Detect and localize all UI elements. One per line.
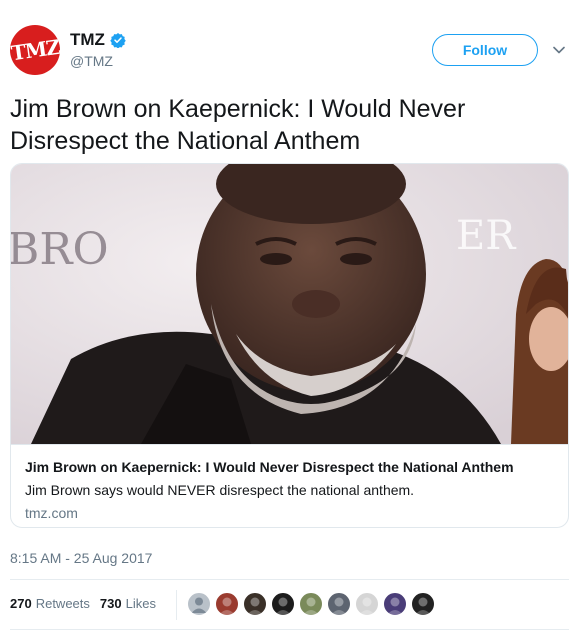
retweets-count: 270	[10, 596, 32, 611]
liker-avatar[interactable]	[355, 592, 379, 616]
svg-text:BRO: BRO	[11, 224, 109, 275]
profile-photo-icon	[359, 597, 375, 615]
profile-photo-icon	[331, 597, 347, 615]
handle[interactable]: @TMZ	[70, 53, 113, 69]
liker-avatar[interactable]	[271, 592, 295, 616]
timestamp[interactable]: 8:15 AM - 25 Aug 2017	[10, 550, 152, 566]
verified-badge-icon	[110, 33, 126, 48]
card-title: Jim Brown on Kaepernick: I Would Never D…	[25, 459, 514, 475]
chevron-down-icon[interactable]	[553, 45, 565, 55]
liker-avatar[interactable]	[215, 592, 239, 616]
liker-avatar[interactable]	[411, 592, 435, 616]
liker-avatar[interactable]	[383, 592, 407, 616]
avatar[interactable]: TMZ	[10, 25, 60, 75]
tweet-text: Jim Brown on Kaepernick: I Would Never D…	[10, 95, 466, 155]
liker-avatar[interactable]	[187, 592, 211, 616]
liker-avatar[interactable]	[327, 592, 351, 616]
avatar-logo-text: TMZ	[10, 34, 60, 66]
profile-photo-icon	[275, 597, 291, 615]
liker-avatars	[187, 592, 439, 616]
likes-label: Likes	[125, 596, 156, 611]
profile-photo-icon	[415, 597, 431, 615]
display-name[interactable]: TMZ	[70, 30, 105, 50]
likes-stat[interactable]: 730 Likes	[100, 596, 156, 611]
profile-photo-icon	[303, 597, 319, 615]
stats-separator	[176, 590, 177, 620]
divider	[10, 579, 569, 580]
retweets-label: Retweets	[35, 596, 90, 611]
divider	[10, 629, 569, 630]
card-body: Jim Brown on Kaepernick: I Would Never D…	[11, 444, 568, 527]
engagement-stats: 270 Retweets 730 Likes	[10, 596, 166, 611]
liker-avatar[interactable]	[299, 592, 323, 616]
retweets-stat[interactable]: 270 Retweets	[10, 596, 90, 611]
card-domain: tmz.com	[25, 505, 78, 521]
card-description: Jim Brown says would NEVER disrespect th…	[25, 482, 415, 498]
link-card[interactable]: BRO ER Jim Brown on Kaepernick: I Would …	[10, 163, 569, 528]
liker-avatar[interactable]	[243, 592, 267, 616]
profile-photo-icon	[387, 597, 403, 615]
name-row: TMZ	[70, 30, 126, 50]
follow-button[interactable]: Follow	[432, 34, 538, 66]
likes-count: 730	[99, 596, 122, 611]
profile-photo-icon	[219, 597, 235, 615]
tweet: TMZ TMZ @TMZ Follow Jim Brown on Kaepern…	[0, 0, 579, 631]
card-image: BRO ER	[11, 164, 568, 444]
default-profile-icon	[191, 597, 207, 613]
svg-text:ER: ER	[456, 213, 517, 259]
profile-photo-icon	[247, 597, 263, 615]
